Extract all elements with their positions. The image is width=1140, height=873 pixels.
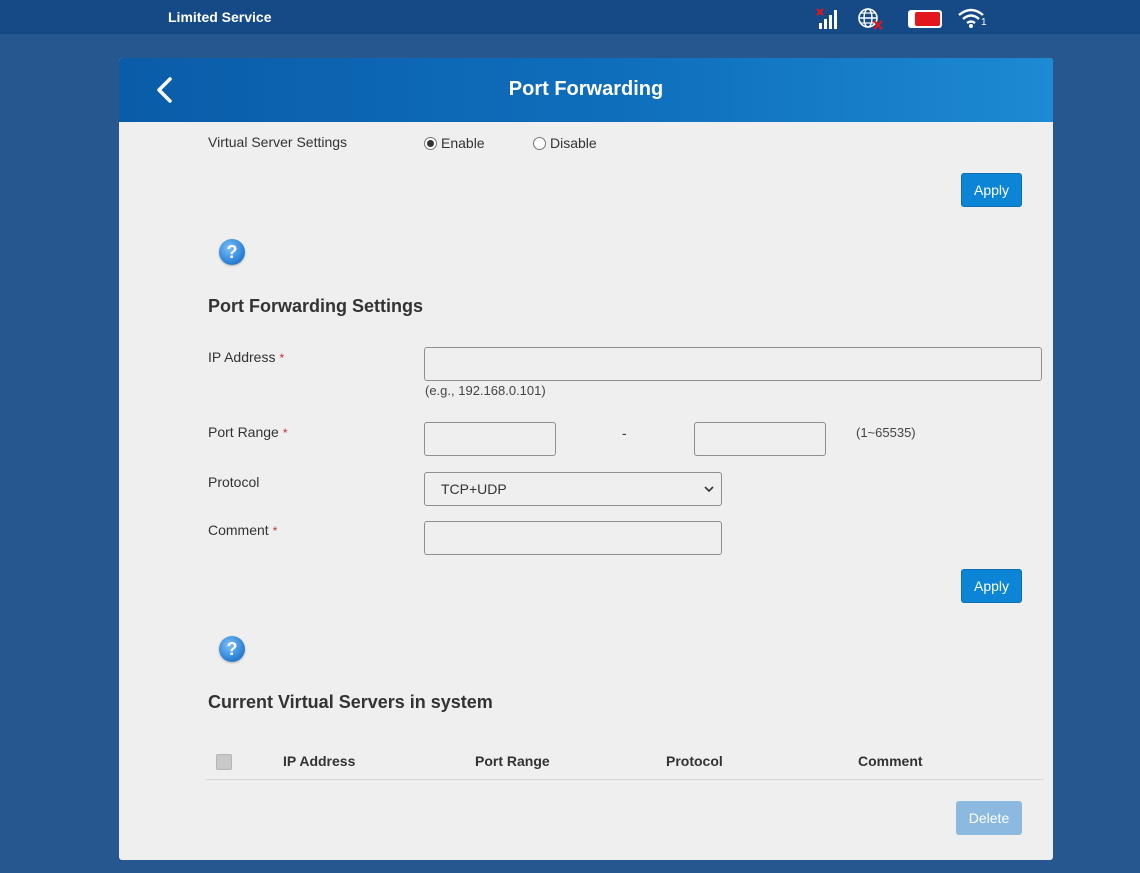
help-icon[interactable]: ? <box>219 636 245 662</box>
select-all-checkbox[interactable] <box>216 754 232 770</box>
service-status-text: Limited Service <box>168 9 272 25</box>
protocol-select[interactable]: TCP+UDP <box>424 472 722 506</box>
disable-radio[interactable]: Disable <box>533 135 597 151</box>
port-range-to-input[interactable] <box>694 422 826 456</box>
port-range-label-text: Port Range <box>208 424 279 440</box>
required-mark: * <box>282 426 288 440</box>
comment-input[interactable] <box>424 521 722 555</box>
column-header-protocol: Protocol <box>666 753 723 769</box>
port-forwarding-settings-title: Port Forwarding Settings <box>208 296 424 316</box>
signal-icon <box>815 7 839 36</box>
virtual-server-apply-button[interactable]: Apply <box>961 173 1022 207</box>
current-servers-title: Current Virtual Servers in system <box>208 692 493 712</box>
port-range-hint: (1~65535) <box>856 425 916 440</box>
status-bar: Limited Service 1 <box>0 0 1140 34</box>
required-mark: * <box>279 351 285 365</box>
comment-label-text: Comment <box>208 522 269 538</box>
protocol-selected-value: TCP+UDP <box>441 481 507 497</box>
enable-radio[interactable]: Enable <box>424 135 485 151</box>
column-header-ip-address: IP Address <box>283 753 356 769</box>
card-header: Port Forwarding <box>119 58 1053 122</box>
comment-label: Comment * <box>208 522 277 538</box>
port-range-separator: - <box>622 425 627 441</box>
port-range-label: Port Range * <box>208 424 288 440</box>
port-range-from-input[interactable] <box>424 422 556 456</box>
column-header-port-range: Port Range <box>475 753 550 769</box>
disable-radio-label: Disable <box>550 135 597 151</box>
port-forwarding-apply-button[interactable]: Apply <box>961 569 1022 603</box>
virtual-server-label: Virtual Server Settings <box>208 134 348 150</box>
required-mark: * <box>272 524 278 538</box>
enable-radio-circle[interactable] <box>424 136 437 150</box>
ip-address-label-text: IP Address <box>208 349 276 365</box>
enable-radio-label: Enable <box>441 135 485 151</box>
ip-address-input[interactable] <box>424 347 1042 381</box>
page-title: Port Forwarding <box>508 78 664 100</box>
ip-address-label: IP Address * <box>208 349 284 365</box>
wifi-client-count: 1 <box>981 17 987 28</box>
chevron-down-icon <box>704 486 714 493</box>
delete-button[interactable]: Delete <box>956 801 1022 835</box>
battery-icon <box>907 9 945 34</box>
port-forwarding-card: Port Forwarding Virtual Server Settings … <box>119 58 1053 860</box>
help-icon[interactable]: ? <box>219 239 245 265</box>
column-header-comment: Comment <box>858 753 923 769</box>
disable-radio-circle[interactable] <box>533 136 546 150</box>
globe-icon <box>857 7 885 36</box>
table-divider <box>206 779 1044 780</box>
protocol-label: Protocol <box>208 474 260 490</box>
ip-address-hint: (e.g., 192.168.0.101) <box>425 383 546 398</box>
